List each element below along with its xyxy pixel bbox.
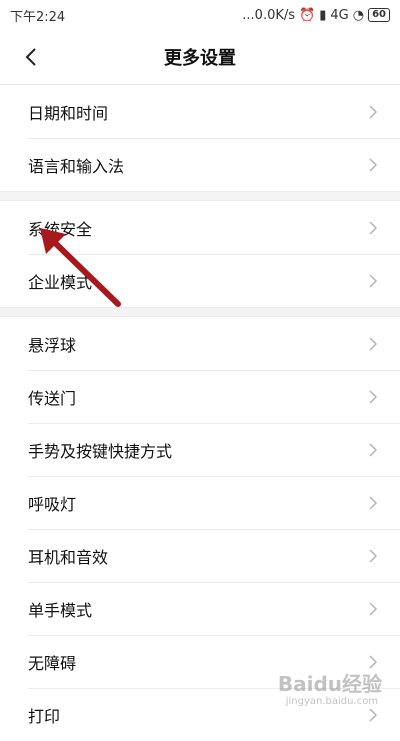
setting-label: 单手模式 (28, 600, 93, 620)
section-1: 日期和时间 语言和输入法 (0, 85, 400, 191)
setting-label: 耳机和音效 (28, 547, 109, 567)
chevron-right-icon (369, 273, 378, 288)
watermark-logo: Baidu经验 (277, 672, 382, 696)
section-divider (0, 191, 400, 201)
section-2: 系统安全 企业模式 (0, 201, 400, 307)
setting-enterprise-mode[interactable]: 企业模式 (0, 254, 400, 307)
status-time: 下午2:24 (10, 9, 66, 25)
chevron-right-icon (369, 104, 378, 119)
setting-label: 传送门 (28, 388, 77, 408)
chevron-right-icon (369, 495, 378, 510)
watermark-url: jingyan.baidu.com (285, 696, 378, 707)
setting-one-hand-mode[interactable]: 单手模式 (0, 582, 400, 635)
battery-icon: 60 (368, 8, 390, 22)
setting-system-security[interactable]: 系统安全 (0, 201, 400, 254)
network-speed: ...0.0K/s (242, 7, 296, 23)
network-type: 4G (330, 7, 349, 23)
alarm-icon: ⏰ (299, 7, 316, 23)
back-arrow-icon[interactable] (22, 47, 42, 67)
status-bar: 下午2:24 ...0.0K/s ⏰ ▮ 4G ◔ 60 (0, 0, 400, 30)
setting-headphones-audio[interactable]: 耳机和音效 (0, 529, 400, 582)
chevron-right-icon (369, 336, 378, 351)
setting-date-time[interactable]: 日期和时间 (0, 85, 400, 138)
chevron-right-icon (369, 157, 378, 172)
settings-list: 日期和时间 语言和输入法 系统安全 企业模式 悬浮球 传送门 手势及按键快捷方式 (0, 85, 400, 741)
page-header: 更多设置 (0, 30, 400, 85)
setting-label: 悬浮球 (28, 335, 77, 355)
signal-icon: ▮ (319, 7, 327, 23)
chevron-right-icon (369, 548, 378, 563)
setting-breathing-light[interactable]: 呼吸灯 (0, 476, 400, 529)
setting-label: 企业模式 (28, 272, 93, 292)
setting-floating-ball[interactable]: 悬浮球 (0, 317, 400, 370)
setting-label: 语言和输入法 (28, 156, 125, 176)
setting-label: 打印 (28, 706, 61, 726)
chevron-right-icon (369, 442, 378, 457)
section-divider (0, 307, 400, 317)
setting-gesture-shortcuts[interactable]: 手势及按键快捷方式 (0, 423, 400, 476)
page-title: 更多设置 (164, 48, 236, 69)
chevron-right-icon (369, 601, 378, 616)
chevron-right-icon (369, 707, 378, 722)
setting-label: 呼吸灯 (28, 494, 77, 514)
chevron-right-icon (369, 389, 378, 404)
setting-label: 系统安全 (28, 219, 93, 239)
wifi-icon: ◔ (352, 7, 365, 23)
setting-language-input[interactable]: 语言和输入法 (0, 138, 400, 191)
setting-label: 日期和时间 (28, 103, 109, 123)
setting-label: 手势及按键快捷方式 (28, 441, 173, 461)
setting-portal[interactable]: 传送门 (0, 370, 400, 423)
status-icons: ...0.0K/s ⏰ ▮ 4G ◔ 60 (242, 8, 390, 23)
setting-label: 无障碍 (28, 653, 77, 673)
chevron-right-icon (369, 220, 378, 235)
